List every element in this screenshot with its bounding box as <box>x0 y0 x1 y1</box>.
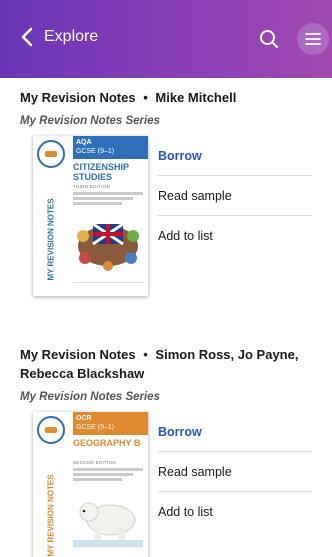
hamburger-icon <box>305 33 321 45</box>
book-cover[interactable]: OCR GCSE (9–1) GEOGRAPHY B SECOND EDITIO… <box>33 412 148 557</box>
search-icon[interactable] <box>258 28 280 50</box>
cover-title: GEOGRAPHY B <box>73 438 141 448</box>
revision-notes-logo <box>37 416 65 444</box>
cover-edition: SECOND EDITION <box>73 460 116 465</box>
cover-footer <box>73 282 144 292</box>
cover-band: OCR GCSE (9–1) <box>73 412 148 435</box>
separator: • <box>143 90 148 105</box>
book-card: My Revision Notes • Mike Mitchell My Rev… <box>0 78 332 306</box>
book-card: My Revision Notes • Simon Ross, Jo Payne… <box>0 345 332 557</box>
book-title-line: My Revision Notes • Simon Ross, Jo Payne… <box>0 345 332 383</box>
cover-illustration <box>73 502 143 547</box>
book-actions: Borrow Read sample Add to list <box>158 412 312 532</box>
series-link[interactable]: My Revision Notes Series <box>0 114 332 128</box>
cover-spine-text: MY REVISION NOTES <box>46 473 56 557</box>
series-link[interactable]: My Revision Notes Series <box>0 390 332 404</box>
cover-bullets <box>73 192 143 207</box>
cover-bullets <box>73 468 143 483</box>
cover-band: AQA GCSE (9–1) <box>73 136 148 159</box>
back-label: Explore <box>44 28 99 45</box>
cover-level: GCSE (9–1) <box>76 424 115 431</box>
book-cover[interactable]: AQA GCSE (9–1) CITIZENSHIP STUDIES THIRD… <box>33 136 148 296</box>
separator: • <box>143 347 148 362</box>
read-sample-button[interactable]: Read sample <box>158 176 312 216</box>
series-title-link[interactable]: My Revision Notes <box>20 347 136 362</box>
add-to-list-button[interactable]: Add to list <box>158 492 312 532</box>
book-actions: Borrow Read sample Add to list <box>158 136 312 256</box>
series-title-link[interactable]: My Revision Notes <box>20 90 136 105</box>
back-button[interactable]: Explore <box>20 27 98 47</box>
menu-button[interactable] <box>297 23 329 55</box>
cover-edition: THIRD EDITION <box>73 184 111 189</box>
borrow-button[interactable]: Borrow <box>158 136 312 176</box>
revision-notes-logo <box>37 140 65 168</box>
borrow-button[interactable]: Borrow <box>158 412 312 452</box>
cover-title: CITIZENSHIP STUDIES <box>73 162 129 182</box>
cover-board: AQA <box>76 139 92 146</box>
app-header: Explore <box>0 0 332 78</box>
cover-spine-text: MY REVISION NOTES <box>46 197 56 281</box>
chevron-left-icon <box>21 27 33 47</box>
book-title-line: My Revision Notes • Mike Mitchell <box>0 88 332 107</box>
cover-illustration <box>77 222 139 271</box>
author-link[interactable]: Mike Mitchell <box>155 90 236 105</box>
read-sample-button[interactable]: Read sample <box>158 452 312 492</box>
cover-level: GCSE (9–1) <box>76 148 115 155</box>
cover-board: OCR <box>76 415 92 422</box>
add-to-list-button[interactable]: Add to list <box>158 216 312 256</box>
